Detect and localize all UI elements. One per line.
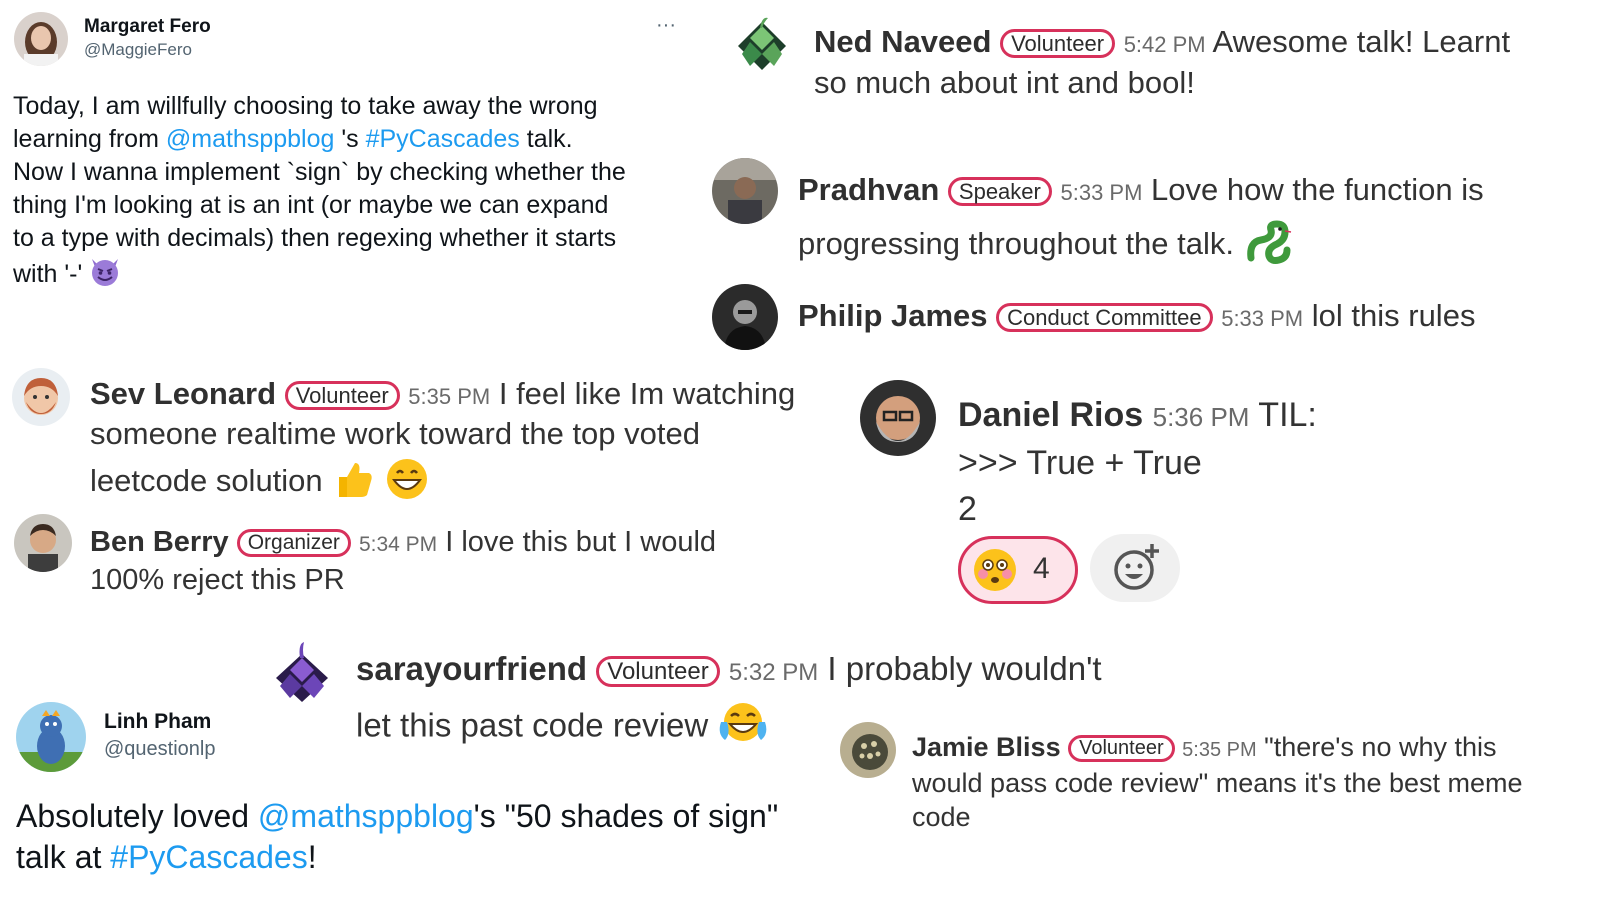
message-text: progressing throughout the talk. xyxy=(798,226,1234,262)
message-text: code xyxy=(912,802,971,832)
timestamp: 5:34 PM xyxy=(358,533,438,556)
message-text: Love how the function is xyxy=(1151,172,1484,207)
author-name[interactable]: Margaret Fero xyxy=(84,16,211,38)
reaction-button[interactable]: 4 xyxy=(958,536,1078,604)
timestamp: 5:36 PM xyxy=(1152,402,1250,432)
smiling-devil-icon xyxy=(89,255,121,296)
avatar[interactable] xyxy=(840,722,896,778)
message-text: someone realtime work toward the top vot… xyxy=(90,416,700,451)
avatar[interactable] xyxy=(712,284,778,350)
tweet-text: talk. xyxy=(519,125,573,153)
tweet-text: 's "50 shades of sign" xyxy=(473,798,779,834)
tweet-body: Today, I am willfully choosing to take a… xyxy=(13,90,693,296)
more-options-icon[interactable]: ··· xyxy=(656,14,676,37)
author-name[interactable]: sarayourfriend xyxy=(356,650,587,687)
flushed-face-icon xyxy=(971,546,1019,599)
snake-icon xyxy=(1243,218,1293,274)
thumbs-up-icon xyxy=(331,457,375,509)
message-text: would pass code review" means it's the b… xyxy=(912,768,1523,798)
code-line: >>> True + True xyxy=(958,444,1202,482)
hashtag-link[interactable]: #PyCascades xyxy=(110,839,307,875)
tweet-text: ! xyxy=(307,839,317,875)
author-name[interactable]: Daniel Rios xyxy=(958,396,1143,434)
grinning-face-icon xyxy=(384,456,430,510)
hashtag-link[interactable]: #PyCascades xyxy=(366,125,520,153)
code-line: 2 xyxy=(958,490,977,528)
avatar[interactable] xyxy=(14,12,68,66)
avatar[interactable] xyxy=(860,380,936,456)
message-text: let this past code review xyxy=(356,706,709,744)
message-text: "there's no why this xyxy=(1264,732,1497,762)
author-name[interactable]: Jamie Bliss xyxy=(912,732,1061,762)
tweet-text: 's xyxy=(334,125,366,153)
author-name[interactable]: Linh Pham xyxy=(104,710,211,734)
sara-avatar-logo-icon[interactable] xyxy=(268,640,336,711)
tweet-text: with '-' xyxy=(13,260,90,289)
message-text: I feel like Im watching xyxy=(498,376,796,411)
role-badge: Volunteer xyxy=(1068,735,1175,763)
author-name[interactable]: Pradhvan xyxy=(798,172,939,207)
mention-link[interactable]: @mathsppblog xyxy=(166,125,335,153)
timestamp: 5:42 PM xyxy=(1123,32,1206,57)
tweet-text: talk at xyxy=(16,839,111,875)
add-reaction-button[interactable] xyxy=(1090,534,1180,602)
author-name[interactable]: Ned Naveed xyxy=(814,24,991,59)
author-name[interactable]: Ben Berry xyxy=(90,526,229,558)
tweet-text: Absolutely loved xyxy=(16,798,258,834)
message-text: leetcode solution xyxy=(90,463,323,499)
tweet-text: to a type with decimals) then regexing w… xyxy=(13,224,617,252)
add-reaction-icon xyxy=(1110,542,1162,599)
tweet-body: Absolutely loved @mathsppblog's "50 shad… xyxy=(16,796,856,878)
author-handle[interactable]: @MaggieFero xyxy=(84,40,192,60)
timestamp: 5:33 PM xyxy=(1221,306,1304,331)
author-name[interactable]: Sev Leonard xyxy=(90,376,276,411)
timestamp: 5:35 PM xyxy=(1182,739,1257,761)
message-text: I probably wouldn't xyxy=(827,650,1102,687)
timestamp: 5:35 PM xyxy=(408,384,491,409)
author-name[interactable]: Philip James xyxy=(798,298,988,333)
role-badge: Organizer xyxy=(236,529,351,558)
tweet-text: Now I wanna implement `sign` by checking… xyxy=(13,158,626,186)
ned-avatar-logo-icon[interactable] xyxy=(730,14,794,83)
message-text: lol this rules xyxy=(1311,298,1476,333)
avatar[interactable] xyxy=(712,158,778,224)
reaction-count: 4 xyxy=(1033,552,1050,585)
role-badge: Speaker xyxy=(947,177,1052,207)
message-text: TIL: xyxy=(1258,396,1317,434)
role-badge: Volunteer xyxy=(596,655,720,687)
timestamp: 5:33 PM xyxy=(1060,180,1143,205)
message-text: Awesome talk! Learnt xyxy=(1212,24,1511,59)
message-text: 100% reject this PR xyxy=(90,564,345,596)
role-badge: Volunteer xyxy=(284,381,400,411)
tears-of-joy-icon xyxy=(717,700,769,756)
avatar[interactable] xyxy=(16,702,86,772)
author-handle[interactable]: @questionlp xyxy=(104,738,215,761)
avatar[interactable] xyxy=(14,514,72,572)
message-text: so much about int and bool! xyxy=(814,65,1195,100)
role-badge: Volunteer xyxy=(1000,29,1116,59)
role-badge: Conduct Committee xyxy=(996,303,1213,333)
message-text: I love this but I would xyxy=(445,526,717,558)
timestamp: 5:32 PM xyxy=(728,659,819,686)
mention-link[interactable]: @mathsppblog xyxy=(258,798,474,834)
avatar[interactable] xyxy=(12,368,70,426)
tweet-text: thing I'm looking at is an int (or maybe… xyxy=(13,191,609,219)
